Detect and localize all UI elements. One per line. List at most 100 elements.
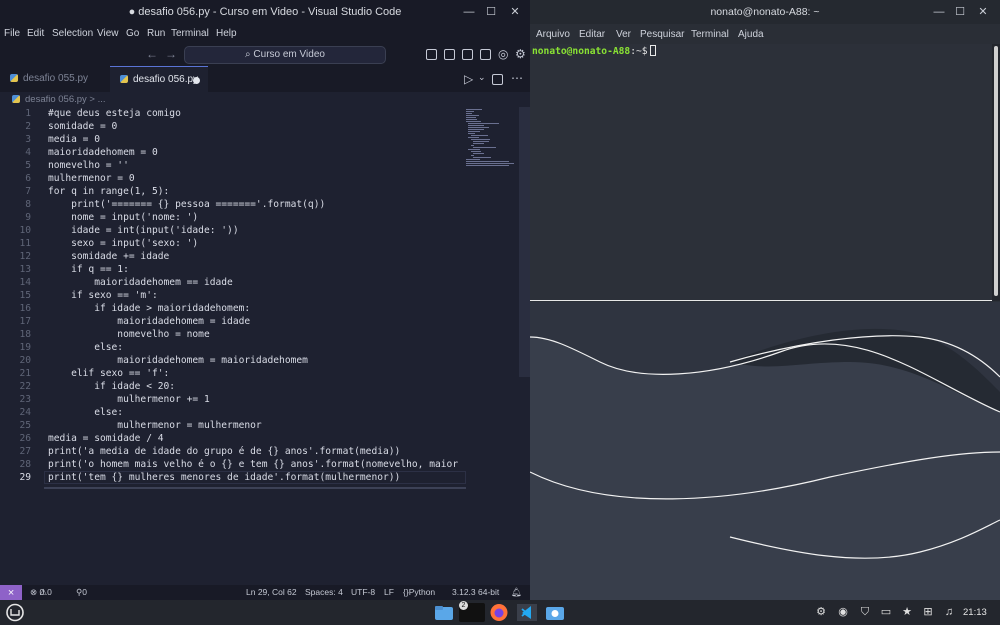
steam-icon[interactable]: ◉ xyxy=(836,605,850,619)
customize-layout-icon[interactable] xyxy=(480,49,491,60)
network-icon[interactable]: ⊞ xyxy=(921,605,935,619)
language-mode[interactable]: {} Python xyxy=(403,585,435,600)
code-line[interactable]: 27 print('a media de idade do grupo é de … xyxy=(0,445,466,458)
vscode-taskbar-icon[interactable] xyxy=(516,603,538,622)
toggle-secondary-sidebar-icon[interactable] xyxy=(462,49,473,60)
minimap-line xyxy=(473,141,490,142)
toggle-sidebar-icon[interactable] xyxy=(426,49,437,60)
mint-menu-icon[interactable] xyxy=(4,603,26,622)
code-line[interactable]: 23 mulhermenor += 1 xyxy=(0,393,466,406)
editor-vertical-scrollbar[interactable] xyxy=(519,107,530,377)
terminal-scroll-thumb[interactable] xyxy=(994,46,998,296)
menu-file[interactable]: File xyxy=(4,28,20,39)
menu-terminal[interactable]: Terminal xyxy=(691,29,729,40)
breadcrumb[interactable]: desafio 056.py > ... xyxy=(0,92,530,107)
minimize-icon[interactable]: — xyxy=(460,3,478,21)
menu-view[interactable]: View xyxy=(97,28,119,39)
code-line[interactable]: 20 maioridadehomem = maioridadehomem xyxy=(0,354,466,367)
back-arrow-icon[interactable]: ← xyxy=(146,47,158,61)
display-icon[interactable]: ▭ xyxy=(879,605,893,619)
favorites-star-icon[interactable]: ★ xyxy=(900,605,914,619)
code-line[interactable]: 11 sexo = input('sexo: ') xyxy=(0,237,466,250)
toggle-panel-icon[interactable] xyxy=(444,49,455,60)
cursor-position[interactable]: Ln 29, Col 62 xyxy=(246,585,297,600)
notifications-bell-icon[interactable]: 🔔︎ xyxy=(511,585,522,600)
menu-terminal[interactable]: Terminal xyxy=(171,28,209,39)
close-icon[interactable]: ✕ xyxy=(506,3,524,21)
code-line[interactable]: 17 maioridadehomem = idade xyxy=(0,315,466,328)
menu-editar[interactable]: Editar xyxy=(579,29,605,40)
code-line[interactable]: 10 idade = int(input('idade: ')) xyxy=(0,224,466,237)
editor-horizontal-scrollbar[interactable] xyxy=(44,487,466,489)
terminal-output[interactable]: nonato@nonato-A88:~$ xyxy=(530,44,992,301)
update-shield-icon[interactable]: ⛉ xyxy=(858,605,872,619)
line-number: 2 xyxy=(25,121,31,132)
code-line[interactable]: 13 if q == 1: xyxy=(0,263,466,276)
code-text: mulhermenor += 1 xyxy=(48,394,210,405)
indentation-status[interactable]: Spaces: 4 xyxy=(305,585,343,600)
problems-status[interactable]: ⊗ 0 ⚠ 0 xyxy=(30,585,52,600)
account-icon[interactable]: ◎ xyxy=(498,47,508,61)
close-icon[interactable]: ✕ xyxy=(974,3,992,21)
menu-pesquisar[interactable]: Pesquisar xyxy=(640,29,684,40)
maximize-icon[interactable]: ☐ xyxy=(482,3,500,21)
screenshot-camera-icon[interactable] xyxy=(544,603,566,622)
code-line[interactable]: 2 somidade = 0 xyxy=(0,120,466,133)
tab-desafio-056[interactable]: desafio 056.py xyxy=(110,66,208,92)
menu-ver[interactable]: Ver xyxy=(616,29,631,40)
encoding-status[interactable]: UTF-8 xyxy=(351,585,375,600)
code-line[interactable]: 28 print('o homem mais velho é o {} e tem… xyxy=(0,458,466,471)
sound-music-icon[interactable]: ♫ xyxy=(942,605,956,619)
terminal-taskbar-button[interactable]: 2 xyxy=(459,601,485,622)
code-line[interactable]: 6 mulhermenor = 0 xyxy=(0,172,466,185)
menu-go[interactable]: Go xyxy=(126,28,139,39)
menu-run[interactable]: Run xyxy=(147,28,165,39)
code-line[interactable]: 22 if idade < 20: xyxy=(0,380,466,393)
code-line[interactable]: 9 nome = input('nome: ') xyxy=(0,211,466,224)
clock[interactable]: 21:13 xyxy=(963,607,987,618)
command-center-search[interactable]: ⌕ Curso em Video xyxy=(184,46,386,64)
code-line[interactable]: 3 media = 0 xyxy=(0,133,466,146)
minimap[interactable] xyxy=(466,107,518,167)
firefox-icon[interactable] xyxy=(488,603,510,622)
code-line[interactable]: 25 mulhermenor = mulhermenor xyxy=(0,419,466,432)
code-line[interactable]: 18 nomevelho = nome xyxy=(0,328,466,341)
settings-gear-icon[interactable]: ⚙ xyxy=(515,47,526,61)
code-line[interactable]: 19 else: xyxy=(0,341,466,354)
tab-desafio-055[interactable]: desafio 055.py xyxy=(0,66,110,92)
code-line[interactable]: 12 somidade += idade xyxy=(0,250,466,263)
code-line[interactable]: 24 else: xyxy=(0,406,466,419)
eol-status[interactable]: LF xyxy=(384,585,394,600)
split-editor-icon[interactable] xyxy=(492,74,503,85)
settings-gear-icon[interactable]: ⚙ xyxy=(814,605,828,619)
menu-arquivo[interactable]: Arquivo xyxy=(536,29,570,40)
code-line[interactable]: 8 print('======= {} pessoa ======='.form… xyxy=(0,198,466,211)
files-folder-icon[interactable] xyxy=(433,603,455,622)
code-line[interactable]: 1 #que deus esteja comigo xyxy=(0,107,466,120)
run-dropdown-chevron-icon[interactable]: ⌄ xyxy=(478,72,486,83)
remote-window-button[interactable]: ⨯ xyxy=(0,585,22,600)
maximize-icon[interactable]: ☐ xyxy=(951,3,969,21)
code-line[interactable]: 14 maioridadehomem == idade xyxy=(0,276,466,289)
code-line[interactable]: 4 maioridadehomem = 0 xyxy=(0,146,466,159)
code-line[interactable]: 16 if idade > maioridadehomem: xyxy=(0,302,466,315)
code-line[interactable]: 15 if sexo == 'm': xyxy=(0,289,466,302)
terminal-scrollbar[interactable] xyxy=(992,44,1000,301)
unsaved-dot-icon[interactable] xyxy=(193,77,200,84)
code-line[interactable]: 7 for q in range(1, 5): xyxy=(0,185,466,198)
code-text: maioridadehomem = idade xyxy=(48,316,251,327)
code-editor[interactable]: 1 #que deus esteja comigo 2 somidade = 0 3 me… xyxy=(0,107,530,585)
python-interpreter[interactable]: 3.12.3 64-bit xyxy=(452,585,499,600)
code-line[interactable]: 5 nomevelho = '' xyxy=(0,159,466,172)
menu-help[interactable]: Help xyxy=(216,28,237,39)
code-line[interactable]: 26 media = somidade / 4 xyxy=(0,432,466,445)
code-line[interactable]: 21 elif sexo == 'f': xyxy=(0,367,466,380)
more-actions-icon[interactable]: ⋯ xyxy=(511,71,523,85)
forward-arrow-icon[interactable]: → xyxy=(165,47,177,61)
menu-selection[interactable]: Selection xyxy=(52,28,93,39)
menu-ajuda[interactable]: Ajuda xyxy=(738,29,764,40)
ports-status[interactable]: ⚲ 0 xyxy=(76,585,87,600)
menu-edit[interactable]: Edit xyxy=(27,28,44,39)
run-python-icon[interactable]: ▷ xyxy=(464,72,473,86)
minimize-icon[interactable]: — xyxy=(930,3,948,21)
